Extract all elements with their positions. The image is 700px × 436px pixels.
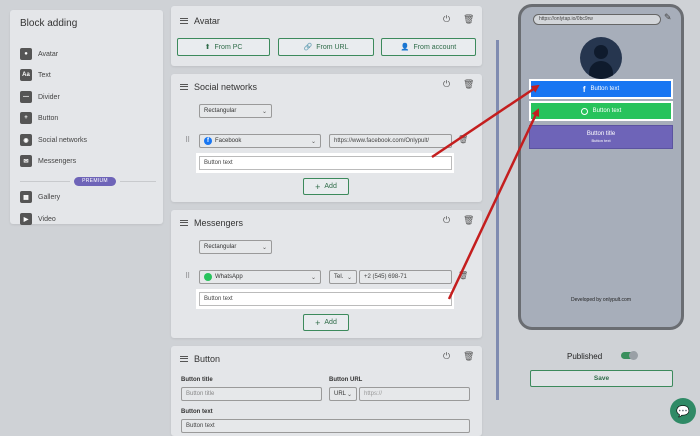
arrow-to-whatsapp (447, 108, 540, 300)
annotation-arrows (431, 84, 540, 300)
